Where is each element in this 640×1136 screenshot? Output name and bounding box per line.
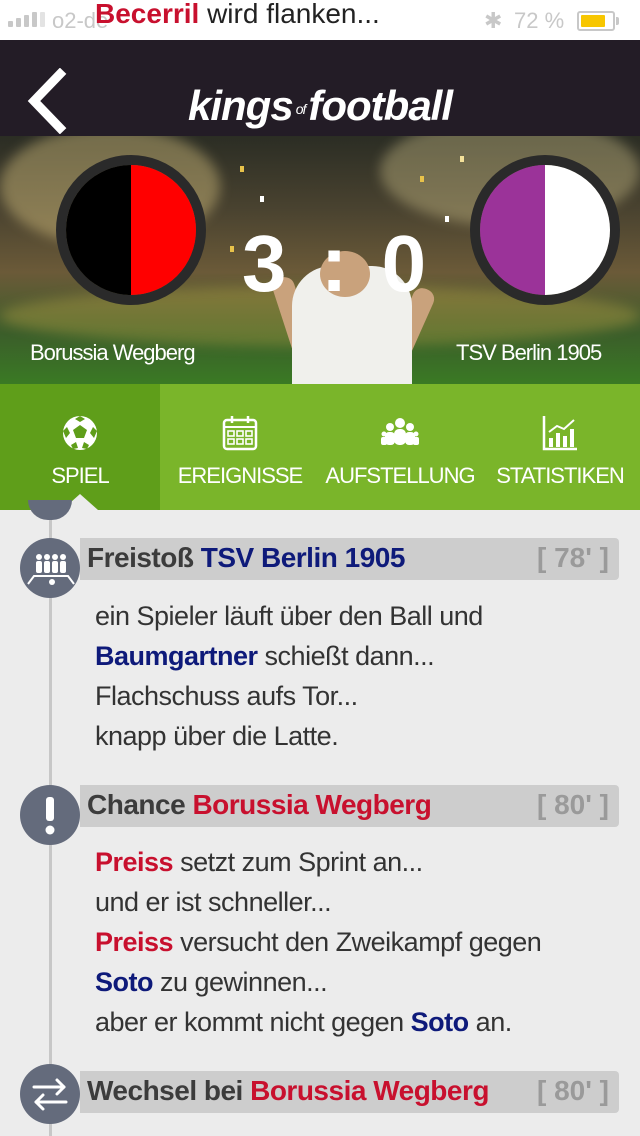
logo-of: of bbox=[295, 100, 307, 117]
tab-aufstellung[interactable]: AUFSTELLUNG bbox=[320, 384, 480, 510]
away-team-name: TSV Berlin 1905 bbox=[456, 340, 602, 365]
app-logo: kings offootball bbox=[0, 82, 640, 130]
banner-text: wird flanken... bbox=[207, 0, 380, 29]
substitution-icon bbox=[20, 1064, 80, 1124]
score-away: 0 bbox=[381, 219, 433, 308]
event-line: ein Spieler läuft über den Ball und bbox=[95, 596, 483, 636]
status-bar: o2-de Becerril wird flanken... ✱ 72 % bbox=[0, 0, 640, 40]
event-line-text: zu gewinnen... bbox=[153, 967, 328, 997]
score-home: 3 bbox=[242, 219, 293, 308]
home-team-crest[interactable] bbox=[56, 155, 206, 305]
event-team: TSV Berlin 1905 bbox=[200, 542, 406, 573]
event-line: knapp über die Latte. bbox=[95, 716, 483, 756]
event-line-text: und er ist schneller... bbox=[95, 887, 332, 917]
soccer-ball-icon bbox=[63, 416, 97, 450]
tab-label: SPIEL bbox=[51, 463, 109, 488]
battery-percent: 72 % bbox=[514, 8, 565, 33]
event-team: Borussia Wegberg bbox=[192, 789, 432, 820]
event-type: Freistoß bbox=[87, 542, 194, 573]
tab-label: AUFSTELLUNG bbox=[325, 463, 475, 488]
event-line: Preiss versucht den Zweikampf gegen bbox=[95, 922, 542, 962]
event-line-text: aber er kommt nicht gegen bbox=[95, 1007, 411, 1037]
score: 3 : 0 bbox=[242, 218, 432, 310]
bluetooth-icon: ✱ bbox=[484, 8, 503, 33]
signal-icon bbox=[8, 12, 45, 27]
event-minute: [ 80' ] bbox=[536, 789, 609, 820]
player-name: Soto bbox=[410, 1007, 470, 1037]
event-header[interactable]: Chance Borussia Wegberg [ 80' ] bbox=[80, 785, 619, 827]
tab-label: EREIGNISSE bbox=[177, 463, 303, 488]
score-separator: : bbox=[320, 219, 354, 308]
player-name: Preiss bbox=[95, 847, 174, 877]
chart-icon bbox=[542, 416, 577, 451]
timeline-previous-icon bbox=[28, 500, 72, 520]
event-minute: [ 80' ] bbox=[536, 1075, 609, 1106]
battery-icon bbox=[577, 11, 619, 31]
team-icon bbox=[381, 418, 419, 445]
notification-banner[interactable]: Becerril wird flanken... bbox=[95, 0, 380, 30]
event-header[interactable]: Freistoß TSV Berlin 1905 [ 78' ] bbox=[80, 538, 619, 580]
match-header: 3 : 0 Borussia Wegberg TSV Berlin 1905 bbox=[0, 136, 640, 384]
event-line-text: setzt zum Sprint an... bbox=[173, 847, 423, 877]
logo-kings: kings bbox=[187, 82, 294, 129]
banner-player: Becerril bbox=[95, 0, 200, 29]
player-name: Soto bbox=[95, 967, 154, 997]
match-tabs: SPIEL EREIGNISSE AUFSTELLUNG STATISTIKEN bbox=[0, 384, 640, 510]
tab-ereignisse[interactable]: EREIGNISSE bbox=[160, 384, 320, 510]
player-name: Preiss bbox=[95, 927, 174, 957]
event-line: Flachschuss aufs Tor... bbox=[95, 676, 483, 716]
logo-football: football bbox=[308, 82, 453, 129]
wall-freekick-icon bbox=[20, 538, 80, 598]
exclamation-icon bbox=[20, 785, 80, 845]
away-team-crest[interactable] bbox=[470, 155, 620, 305]
nav-bar: kings offootball bbox=[0, 40, 640, 136]
player-name: Baumgartner bbox=[95, 641, 258, 671]
event-line-text: knapp über die Latte. bbox=[95, 721, 339, 751]
event-line: aber er kommt nicht gegen Soto an. bbox=[95, 1002, 541, 1042]
tab-label: STATISTIKEN bbox=[496, 463, 625, 488]
event-minute: [ 78' ] bbox=[536, 542, 609, 573]
event-description: ein Spieler läuft über den Ball und Baum… bbox=[95, 596, 483, 756]
event-description: Preiss setzt zum Sprint an... und er ist… bbox=[95, 842, 542, 1042]
home-team-name: Borussia Wegberg bbox=[30, 340, 196, 365]
event-line-text: schießt dann... bbox=[257, 641, 435, 671]
event-type: Wechsel bei bbox=[87, 1075, 243, 1106]
event-line-text: ein Spieler läuft über den Ball und bbox=[95, 601, 483, 631]
event-header[interactable]: Wechsel bei Borussia Wegberg [ 80' ] bbox=[80, 1071, 619, 1113]
event-line: Preiss setzt zum Sprint an... bbox=[95, 842, 541, 882]
event-line: Soto zu gewinnen... bbox=[95, 962, 541, 1002]
calendar-icon bbox=[222, 416, 258, 451]
event-type: Chance bbox=[87, 789, 186, 820]
event-line-text: an. bbox=[468, 1007, 513, 1037]
tab-spiel[interactable]: SPIEL bbox=[0, 384, 160, 510]
event-line: und er ist schneller... bbox=[95, 882, 541, 922]
event-line: Baumgartner schießt dann... bbox=[95, 636, 483, 676]
event-line-text: Flachschuss aufs Tor... bbox=[95, 681, 358, 711]
event-team: Borussia Wegberg bbox=[250, 1075, 489, 1106]
tab-statistiken[interactable]: STATISTIKEN bbox=[480, 384, 640, 510]
event-line-text: versucht den Zweikampf gegen bbox=[173, 927, 542, 957]
